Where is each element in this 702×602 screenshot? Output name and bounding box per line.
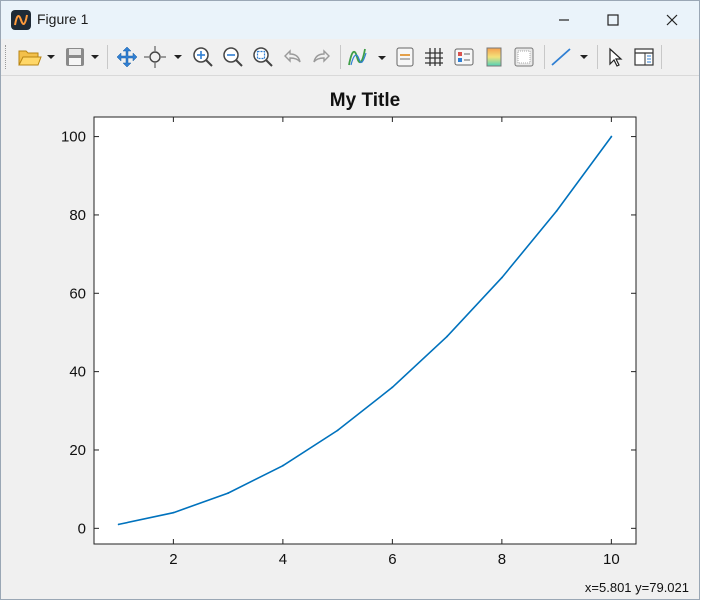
axes-options-button[interactable]	[452, 42, 476, 72]
maximize-button[interactable]	[590, 1, 636, 39]
y-tick-label: 40	[69, 364, 86, 381]
minimize-button[interactable]	[541, 1, 587, 39]
axes-options-icon	[454, 48, 474, 66]
x-tick-label: 4	[279, 551, 287, 568]
y-tick-label: 20	[69, 442, 86, 459]
grid-button[interactable]	[422, 42, 446, 72]
y-tick-label: 60	[69, 285, 86, 302]
undo-icon	[284, 49, 301, 63]
x-tick-label: 6	[388, 551, 396, 568]
toolbar	[1, 39, 699, 76]
x-tick-label: 2	[169, 551, 177, 568]
data-point	[555, 210, 558, 212]
x-tick-label: 10	[603, 551, 620, 568]
figure-frame-icon	[514, 47, 534, 67]
property-panel-icon	[634, 48, 654, 66]
legend-button[interactable]	[393, 42, 417, 72]
toolbar-separator	[661, 45, 662, 69]
grid-icon	[425, 48, 443, 66]
axes-background	[93, 116, 637, 545]
select-cursor-icon	[609, 47, 623, 67]
toolbar-separator	[340, 45, 341, 69]
figure-window: Figure 1 My Title 2 4 6 8 10 0 20 40 60 …	[0, 0, 700, 600]
zoom-fit-icon	[253, 47, 273, 67]
open-folder-icon	[18, 50, 55, 66]
zoom-in-icon	[193, 47, 213, 67]
close-button[interactable]	[649, 1, 695, 39]
chart-title: My Title	[330, 90, 400, 111]
line-chart[interactable]: My Title 2 4 6 8 10020406080100	[1, 76, 701, 581]
redo-icon	[313, 49, 330, 63]
zoom-cursor-icon	[144, 46, 182, 68]
close-icon	[666, 14, 678, 26]
redo-button[interactable]	[307, 42, 335, 72]
save-icon	[66, 48, 99, 66]
figure-canvas[interactable]: My Title 2 4 6 8 10 0 20 40 60 80 100	[1, 76, 701, 581]
legend-icon	[396, 47, 414, 67]
plot-style-icon	[348, 48, 386, 66]
property-panel-button[interactable]	[632, 42, 656, 72]
data-point	[117, 523, 120, 526]
window-title: Figure 1	[37, 11, 89, 27]
data-point	[281, 464, 284, 467]
y-tick-label: 100	[61, 129, 86, 146]
y-tick-label: 0	[78, 520, 86, 537]
zoom-out-button[interactable]	[219, 42, 247, 72]
line-tool-icon	[551, 48, 588, 66]
data-point	[610, 135, 613, 138]
colormap-icon	[486, 47, 502, 67]
toolbar-separator	[107, 45, 108, 69]
app-icon	[11, 10, 31, 30]
x-tick-label: 8	[498, 551, 506, 568]
zoom-cursor-button[interactable]	[143, 42, 185, 72]
undo-button[interactable]	[279, 42, 307, 72]
minimize-icon	[559, 19, 569, 21]
zoom-in-button[interactable]	[189, 42, 217, 72]
colormap-button[interactable]	[482, 42, 506, 72]
toolbar-separator	[597, 45, 598, 69]
cursor-readout: x=5.801 y=79.021	[584, 580, 689, 595]
line-tool-button[interactable]	[549, 42, 593, 72]
pan-button[interactable]	[113, 42, 141, 72]
open-button[interactable]	[15, 42, 57, 72]
figure-frame-button[interactable]	[512, 42, 536, 72]
data-point	[500, 276, 503, 279]
data-point	[172, 511, 175, 514]
zoom-out-icon	[223, 47, 243, 67]
select-cursor-button[interactable]	[603, 42, 627, 72]
y-tick-label: 80	[69, 207, 86, 224]
toolbar-separator	[544, 45, 545, 69]
plot-style-button[interactable]	[345, 42, 391, 72]
zoom-fit-button[interactable]	[249, 42, 277, 72]
data-point	[227, 492, 230, 494]
data-point	[336, 429, 339, 432]
toolbar-grip	[5, 45, 8, 69]
data-point	[391, 386, 394, 389]
data-point	[446, 335, 449, 338]
title-bar: Figure 1	[1, 1, 699, 39]
pan-icon	[116, 46, 138, 68]
save-button[interactable]	[61, 42, 103, 72]
maximize-icon	[607, 14, 619, 26]
